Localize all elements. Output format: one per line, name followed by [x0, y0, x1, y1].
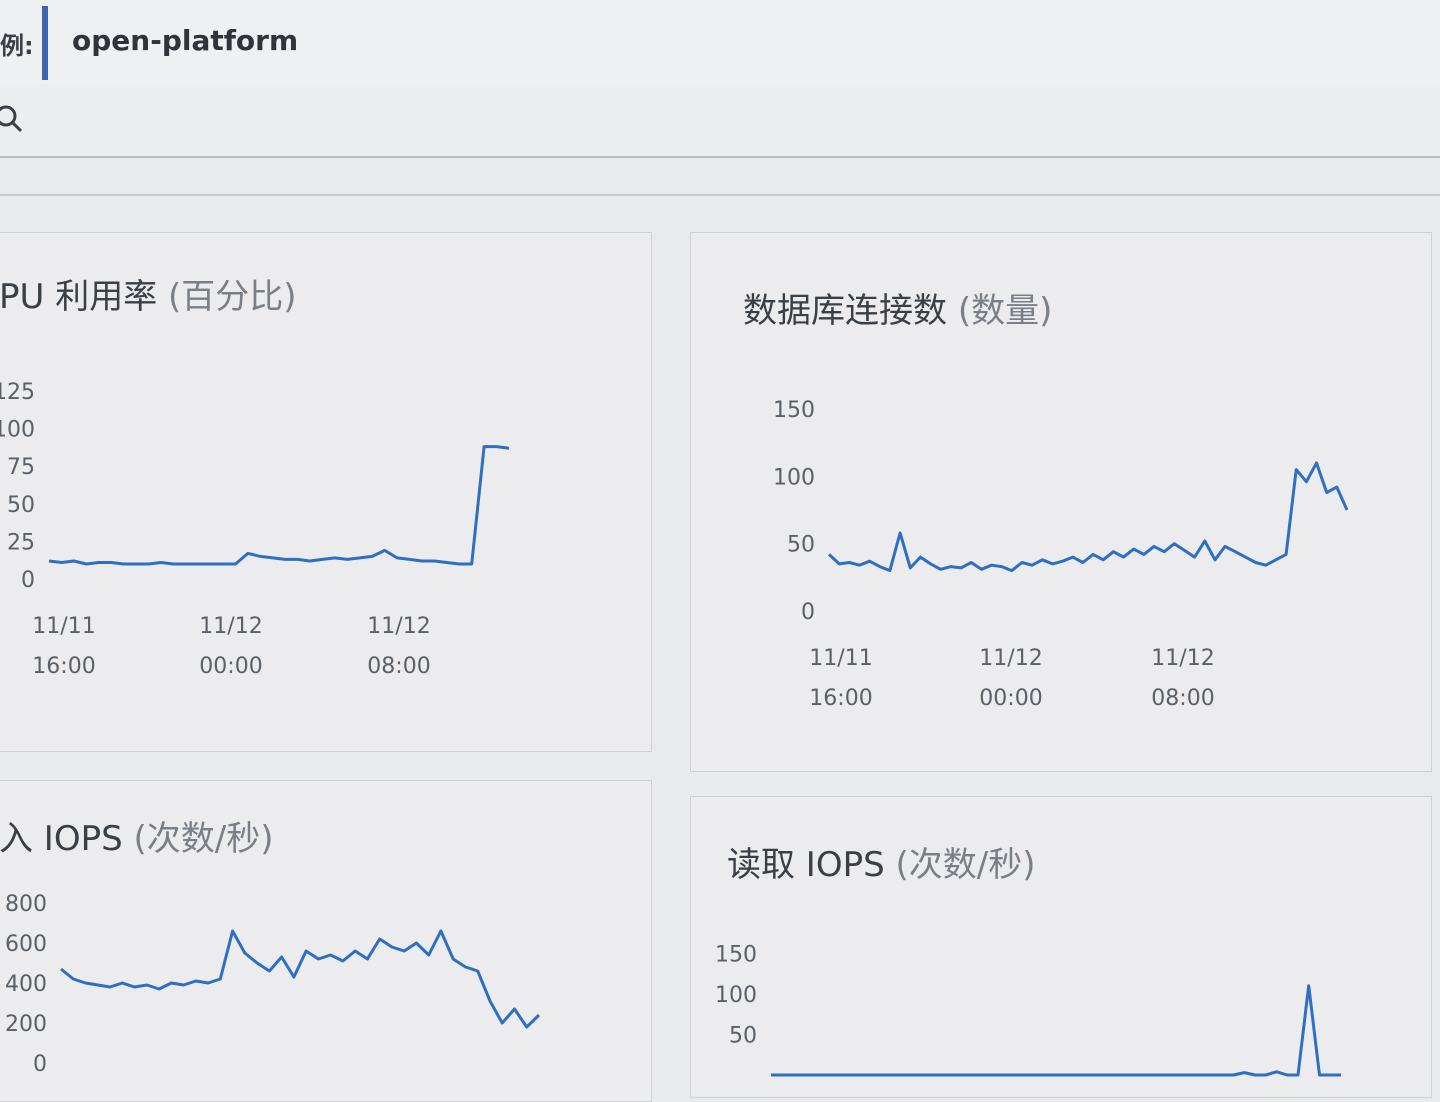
header-bar: 例: open-platform [0, 0, 1440, 84]
x-tick-label: 08:00 [367, 654, 430, 679]
x-tick-label: 16:00 [32, 654, 95, 679]
instance-accent-bar [42, 6, 48, 80]
panel-title-unit: (次数/秒) [133, 819, 274, 859]
instance-label: 例: [0, 32, 34, 60]
write-iops-title: 入 IOPS (次数/秒) [0, 811, 273, 860]
y-tick-label: 125 [0, 380, 35, 405]
y-tick-label: 100 [715, 983, 757, 1008]
y-tick-label: 0 [33, 1052, 47, 1077]
panel-title-text: 数据库连接数 [743, 291, 947, 331]
y-tick-label: 150 [773, 399, 815, 423]
x-tick-label: 00:00 [199, 654, 262, 679]
cpu-utilization-panel: PU 利用率 (百分比) 0 25 50 75 100 125 11/11 16:00 11/1… [0, 232, 652, 752]
db-connections-panel: 数据库连接数 (数量) 0 50 100 150 11/11 16:00 11/12 00:0… [690, 232, 1432, 772]
instance-name[interactable]: open-platform [72, 24, 298, 57]
y-tick-label: 50 [7, 493, 35, 518]
y-tick-label: 200 [5, 1012, 47, 1037]
y-tick-label: 100 [0, 418, 35, 443]
search-icon[interactable] [0, 104, 24, 134]
panel-title-unit: (次数/秒) [895, 845, 1036, 885]
x-tick-label: 16:00 [809, 686, 872, 711]
x-tick-label: 11/11 [809, 646, 872, 671]
panel-title-text: PU 利用率 [0, 277, 158, 317]
read-iops-title: 读取 IOPS (次数/秒) [727, 837, 1035, 886]
x-tick-label: 11/12 [1151, 646, 1214, 671]
y-tick-label: 400 [5, 972, 47, 997]
series-line [771, 984, 1341, 1077]
read-iops-chart: 50 100 150 [715, 942, 1341, 1077]
y-tick-label: 800 [5, 893, 47, 917]
write-iops-chart: 0 200 400 600 800 [5, 893, 541, 1077]
cpu-utilization-title: PU 利用率 (百分比) [0, 269, 297, 318]
y-tick-label: 600 [5, 932, 47, 957]
y-tick-label: 75 [7, 455, 35, 480]
x-tick-label: 11/12 [979, 646, 1042, 671]
y-tick-label: 100 [773, 465, 815, 490]
panel-title-text: 读取 IOPS [727, 845, 885, 885]
x-tick-label: 11/12 [367, 614, 430, 639]
x-tick-label: 11/12 [199, 614, 262, 639]
panel-title-unit: (数量) [957, 291, 1053, 331]
series-line [48, 445, 510, 566]
db-connections-title: 数据库连接数 (数量) [743, 283, 1052, 332]
y-tick-label: 25 [7, 530, 35, 555]
cpu-utilization-chart: 0 25 50 75 100 125 11/11 16:00 11/12 00:00 11/12 08… [0, 380, 510, 679]
y-tick-label: 50 [729, 1023, 757, 1048]
panel-title-text: 入 IOPS [0, 819, 123, 859]
y-tick-label: 50 [787, 533, 815, 558]
y-tick-label: 0 [801, 600, 815, 625]
x-tick-label: 08:00 [1151, 686, 1214, 711]
db-connections-chart: 0 50 100 150 11/11 16:00 11/12 00:00 11/12 08:00 [773, 399, 1349, 711]
x-tick-label: 11/11 [32, 614, 95, 639]
read-iops-panel: 读取 IOPS (次数/秒) 50 100 150 [690, 796, 1432, 1098]
x-tick-label: 00:00 [979, 686, 1042, 711]
series-line [827, 461, 1349, 573]
write-iops-panel: 入 IOPS (次数/秒) 0 200 400 600 800 [0, 780, 652, 1102]
metrics-dashboard: PU 利用率 (百分比) 0 25 50 75 100 125 11/11 16:00 11/1… [0, 194, 1440, 1102]
y-tick-label: 0 [21, 568, 35, 593]
panel-title-unit: (百分比) [168, 277, 297, 317]
series-line [60, 929, 541, 1029]
y-tick-label: 150 [715, 942, 757, 967]
search-bar[interactable] [0, 84, 1440, 158]
